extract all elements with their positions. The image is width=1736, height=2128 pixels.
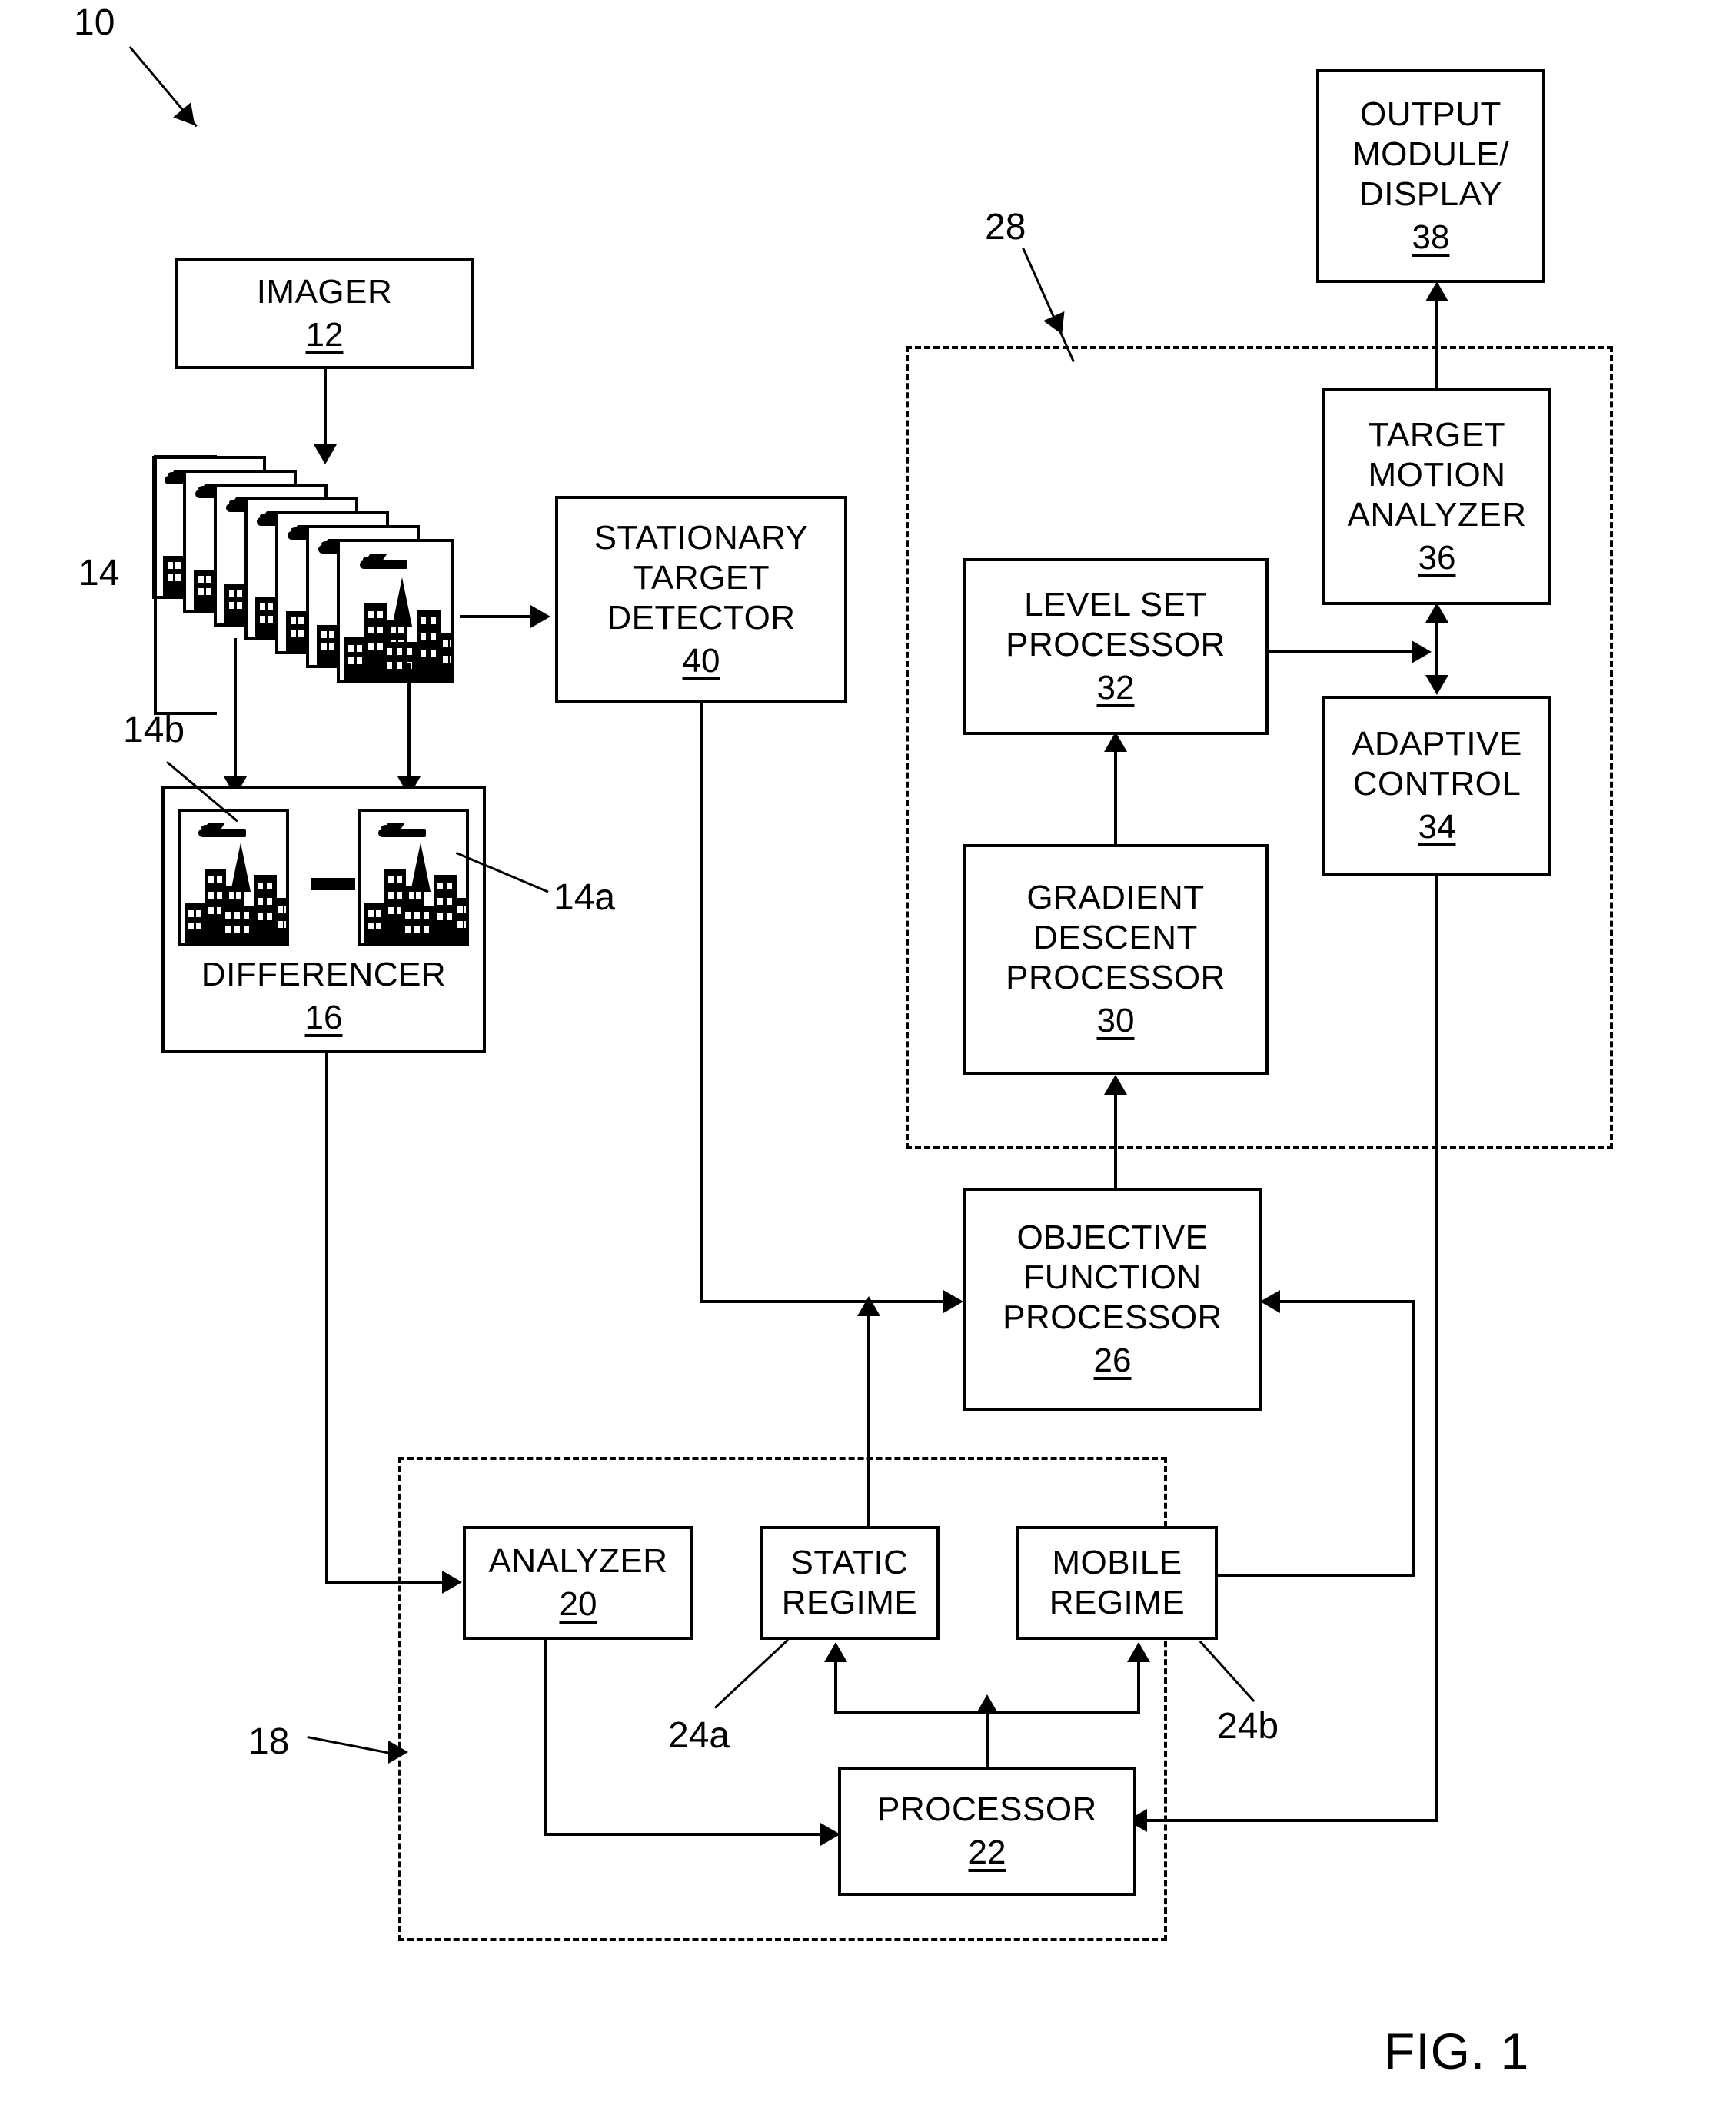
block-static-regime-label: STATIC REGIME [781,1544,918,1621]
block-target-motion-analyzer[interactable]: TARGET MOTION ANALYZER 36 [1322,388,1551,605]
block-gradient-descent-processor[interactable]: GRADIENT DESCENT PROCESSOR 30 [963,844,1269,1075]
block-level-set-processor-label: LEVEL SET PROCESSOR [1006,586,1226,664]
connector-levelset-to-junction [1267,650,1419,653]
block-objective-function-processor-number: 26 [1093,1341,1132,1379]
arrowhead-adaptive-to-tma [1425,603,1448,623]
block-differencer-number: 16 [304,999,343,1037]
minus-operator-icon [311,878,355,890]
block-adaptive-control[interactable]: ADAPTIVE CONTROL 34 [1322,696,1551,876]
block-output-module-display[interactable]: OUTPUT MODULE/ DISPLAY 38 [1316,69,1545,283]
arrowhead-ofp-to-gd [1104,1075,1127,1095]
arrowhead-analyzer-to-processor [820,1823,840,1846]
connector-detector-down [700,702,703,1303]
connector-differencer-down [325,1052,328,1582]
block-differencer-label: DIFFERENCER [201,956,447,994]
block-output-module-display-number: 38 [1412,218,1450,256]
connector-differencer-to-analyzer [325,1581,448,1584]
connector-detector-to-ofp [700,1300,949,1303]
leader-line-24b [1199,1641,1255,1703]
block-level-set-processor-number: 32 [1096,668,1135,707]
block-objective-function-processor-label: OBJECTIVE FUNCTION PROCESSOR [1003,1219,1222,1336]
block-level-set-processor[interactable]: LEVEL SET PROCESSOR 32 [963,558,1269,735]
image-frame-front [337,539,454,683]
block-processor-number: 22 [968,1834,1006,1871]
arrowhead-detector-to-ofp [943,1290,963,1313]
block-target-motion-analyzer-number: 36 [1418,538,1456,577]
connector-split-to-mobile [1137,1661,1140,1713]
block-imager-label: IMAGER [256,272,393,311]
block-static-regime[interactable]: STATIC REGIME [760,1526,940,1640]
differencer-image-14b [178,809,289,946]
connector-analyzer-down [544,1638,547,1836]
block-processor[interactable]: PROCESSOR 22 [838,1767,1136,1896]
block-stationary-target-detector-number: 40 [682,641,720,680]
connector-mobile-to-ofp [1269,1300,1415,1303]
connector-analyzer-to-processor [544,1833,826,1836]
ref-label-10: 10 [74,2,115,43]
connector-adaptive-to-processor [1136,1819,1437,1822]
arrowhead-differencer-to-analyzer [442,1571,462,1594]
block-imager-number: 12 [305,315,344,354]
arrowhead-levelset-to-junction [1412,640,1432,663]
connector-ofp-to-gd [1114,1093,1117,1190]
block-gradient-descent-processor-number: 30 [1096,1001,1135,1039]
connector-split-to-static [834,1661,837,1713]
patent-figure-canvas: 10 IMAGER 12 14 STATIONARY TARGET DETECT… [0,0,1736,2128]
arrowhead-tma-to-output [1425,281,1448,301]
block-processor-label: PROCESSOR [877,1791,1097,1829]
block-stationary-target-detector-label: STATIONARY TARGET DETECTOR [594,519,809,637]
leader-arrowhead-10 [173,102,204,133]
arrowhead-stack-to-detector [530,605,550,628]
ref-label-14: 14 [78,553,120,594]
ref-label-14a: 14a [554,877,616,918]
block-target-motion-analyzer-label: TARGET MOTION ANALYZER [1347,416,1527,534]
connector-mobile-right [1218,1574,1415,1577]
arrowhead-split-to-mobile [1127,1642,1150,1662]
connector-adaptive-down [1435,874,1438,1822]
block-mobile-regime-label: MOBILE REGIME [1049,1544,1186,1621]
block-imager[interactable]: IMAGER 12 [175,258,474,369]
block-adaptive-control-label: ADAPTIVE CONTROL [1352,725,1522,803]
block-mobile-regime[interactable]: MOBILE REGIME [1016,1526,1218,1640]
connector-processor-up [986,1713,989,1768]
figure-caption: FIG. 1 [1384,2023,1530,2080]
connector-stack-to-differencer-right [407,663,411,784]
leader-line-18 [307,1736,397,1756]
bracket-image-stack [154,455,217,715]
leader-arrowhead-28 [1043,311,1073,339]
block-stationary-target-detector[interactable]: STATIONARY TARGET DETECTOR 40 [555,496,847,703]
block-output-module-display-label: OUTPUT MODULE/ DISPLAY [1352,95,1509,213]
ref-label-24a: 24a [668,1715,730,1756]
connector-stack-to-differencer-left [234,638,237,784]
arrowhead-mobile-to-ofp [1260,1290,1280,1313]
connector-tma-to-output [1435,300,1438,391]
ref-label-24b: 24b [1217,1706,1279,1747]
connector-processor-split [834,1711,1140,1714]
ref-label-18: 18 [248,1721,290,1762]
arrowhead-tma-to-adaptive [1425,675,1448,695]
block-analyzer-label: ANALYZER [488,1542,668,1581]
leader-line-28 [1022,248,1075,363]
arrowhead-gd-to-lsp [1104,732,1127,752]
leader-arrowhead-18 [388,1741,408,1764]
connector-stack-to-detector [460,615,537,618]
differencer-image-14a [358,809,469,946]
block-objective-function-processor[interactable]: OBJECTIVE FUNCTION PROCESSOR 26 [963,1188,1262,1411]
block-adaptive-control-number: 34 [1418,807,1456,846]
arrowhead-split-to-static [824,1642,847,1662]
arrowhead-regime-to-ofp [857,1296,880,1316]
ref-label-28: 28 [985,207,1026,248]
block-gradient-descent-processor-label: GRADIENT DESCENT PROCESSOR [1006,879,1226,996]
ref-label-14b: 14b [123,710,185,750]
block-analyzer[interactable]: ANALYZER 20 [463,1526,693,1640]
connector-mobile-up [1412,1300,1415,1575]
connector-imager-to-stack [324,369,327,450]
connector-gd-to-lsp [1114,750,1117,846]
block-analyzer-number: 20 [559,1585,597,1623]
